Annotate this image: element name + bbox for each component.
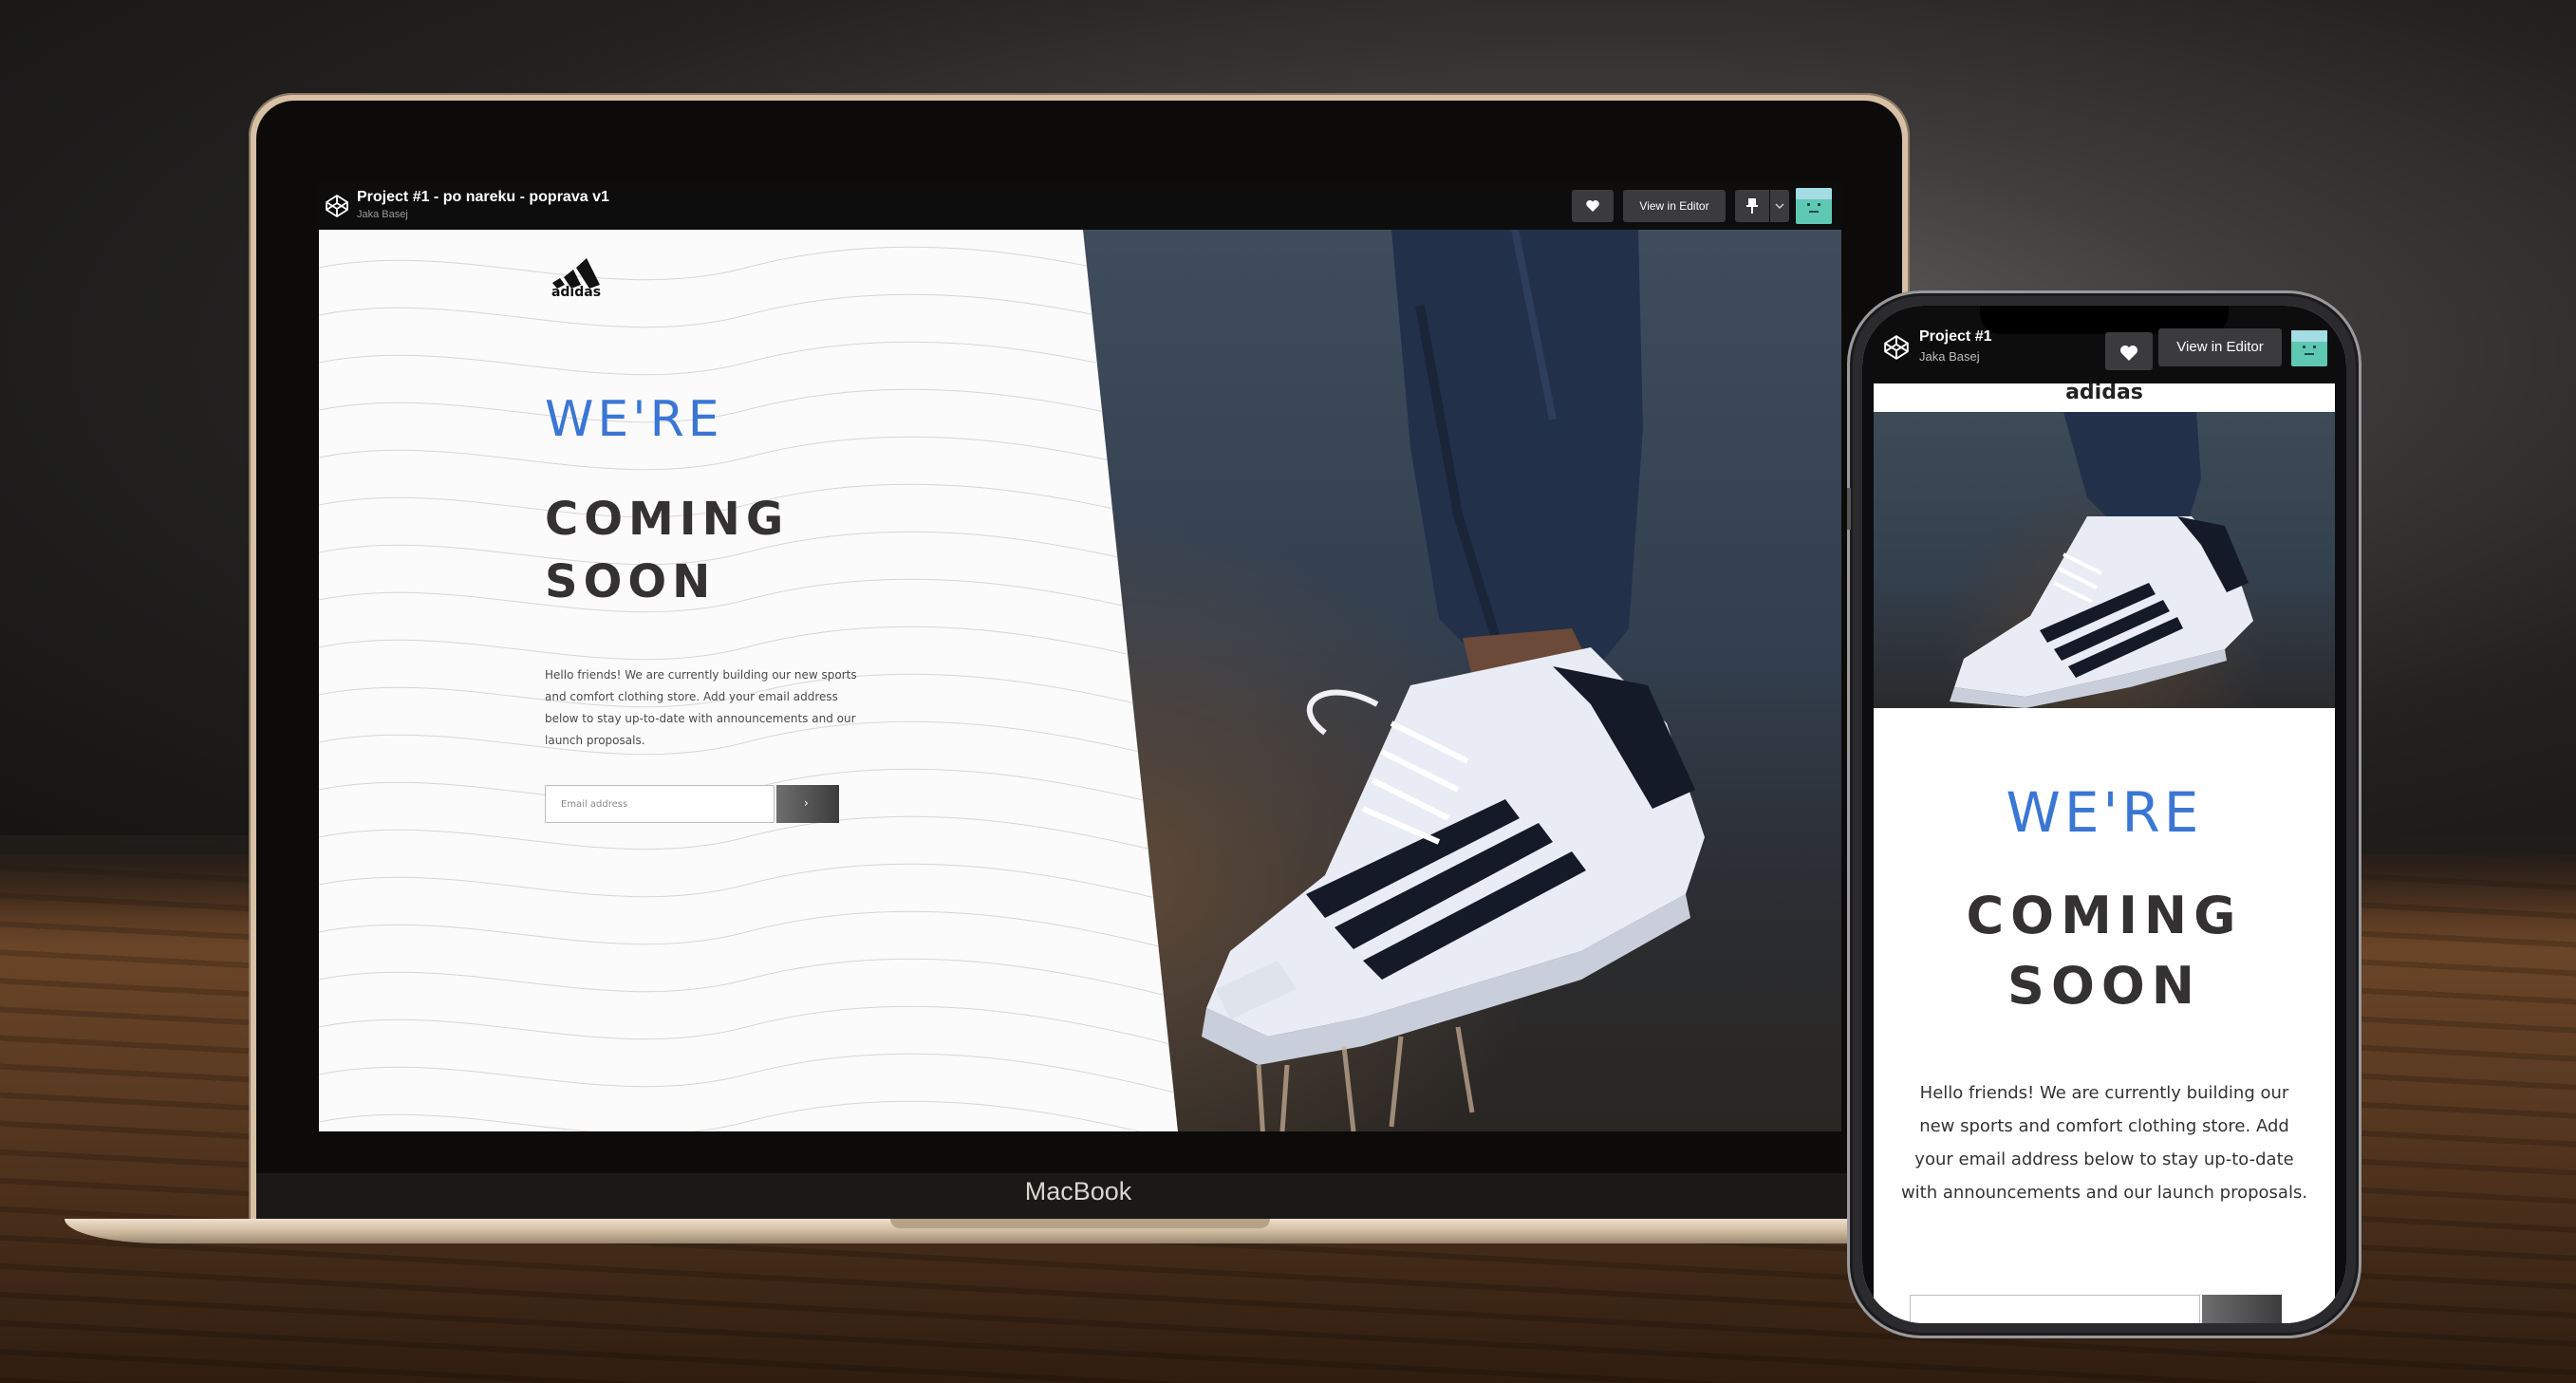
headline-coming-soon: COMING SOON [545,488,789,613]
project-author[interactable]: Jaka Basej [357,209,408,220]
heart-icon [2120,346,2137,361]
heart-button[interactable] [2105,332,2153,370]
codepen-topbar: Project #1 - po nareku - poprava v1 Jaka… [319,180,1841,230]
email-input[interactable]: Email address [545,785,775,823]
phone-side-button [1847,488,1851,530]
submit-button[interactable]: › [776,785,839,823]
laptop-hinge-notch [890,1219,1270,1228]
view-in-editor-button[interactable]: View in Editor [1623,190,1726,222]
phone-screen-edge-left [1862,383,1874,1323]
pin-icon [1746,198,1758,214]
headline-line-1: COMING [1966,886,2243,945]
adidas-wordmark: adidas [2065,383,2143,404]
codepen-logo-icon[interactable] [1883,334,1910,361]
headline-coming-soon: COMING SOON [1862,881,2346,1021]
user-avatar[interactable] [2291,330,2327,366]
headline-were: WE'RE [545,391,723,448]
headline-line-2: SOON [2007,956,2201,1016]
pin-button[interactable] [1735,190,1769,222]
chevron-down-icon [1775,203,1784,210]
phone-screen-edge-right [2335,383,2346,1323]
heart-icon [1586,200,1599,212]
avatar-face-icon [2291,330,2327,355]
headline-line-1: COMING [545,493,790,546]
intro-paragraph: Hello friends! We are currently building… [545,668,857,747]
intro-paragraph: Hello friends! We are currently building… [1900,1083,2308,1203]
arrow-right-icon: › [804,796,809,810]
phone-codepen-topbar: Project #1 Jaka Basej View in Editor [1862,306,2346,383]
user-avatar[interactable] [1796,188,1832,224]
project-author[interactable]: Jaka Basej [1919,349,1980,364]
pin-dropdown-button[interactable] [1770,190,1789,222]
sneaker-illustration [1950,412,2253,708]
avatar-face-icon [1796,188,1832,224]
headline-line-2: SOON [545,555,717,608]
codepen-logo-icon[interactable] [325,194,349,218]
headline-were: WE'RE [2006,780,2203,845]
phone-screen: Project #1 Jaka Basej View in Editor adi… [1862,306,2346,1323]
submit-button[interactable] [2202,1295,2282,1323]
landing-page: adidas WE'RE COMING SOON Hello friends! … [319,230,1841,1131]
adidas-wordmark: adidas [551,285,602,300]
view-in-editor-button[interactable]: View in Editor [2158,328,2282,366]
heart-button[interactable] [1572,190,1614,222]
sneaker-photo [1874,412,2335,708]
project-title[interactable]: Project #1 [1919,328,1991,346]
email-input[interactable] [1910,1295,2200,1323]
project-title[interactable]: Project #1 - po nareku - poprava v1 [357,189,609,206]
laptop-brand-label: MacBook [1024,1177,1132,1205]
laptop-screen: Project #1 - po nareku - poprava v1 Jaka… [319,180,1841,1131]
